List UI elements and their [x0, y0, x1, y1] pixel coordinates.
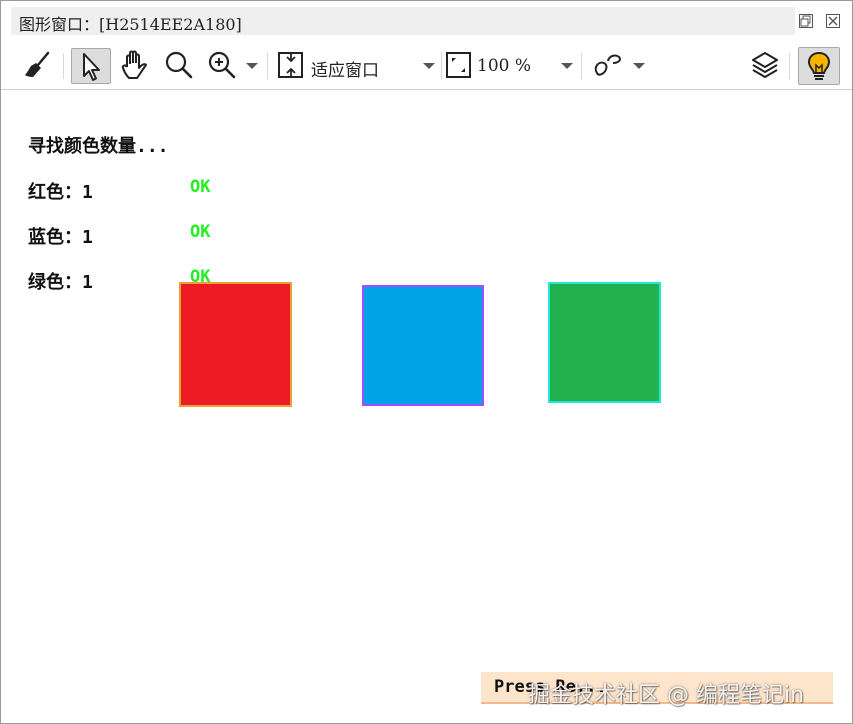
- toolbar-separator: [267, 53, 268, 79]
- green-square: [548, 282, 661, 403]
- red-square: [179, 282, 292, 407]
- restore-icon[interactable]: [799, 14, 813, 28]
- shape-dropdown-chevron-down-icon[interactable]: [633, 63, 645, 69]
- close-icon[interactable]: [826, 14, 840, 28]
- result-status-blue: OK: [190, 222, 211, 242]
- shape-icon[interactable]: [591, 49, 627, 81]
- layers-icon[interactable]: [749, 49, 781, 81]
- zoom-value[interactable]: 100 %: [477, 56, 531, 76]
- result-status-red: OK: [190, 177, 211, 197]
- fit-dropdown-chevron-down-icon[interactable]: [423, 63, 435, 69]
- magnifier-icon[interactable]: [163, 49, 195, 81]
- fit-window-label[interactable]: 适应窗口: [311, 56, 379, 81]
- result-label-blue: 蓝色：1: [28, 227, 93, 248]
- result-label-red: 红色：1: [28, 182, 93, 203]
- zoom-value-chevron-down-icon[interactable]: [561, 63, 573, 69]
- console-heading: 寻找颜色数量...: [28, 136, 169, 157]
- watermark-text: 掘金技术社区 @ 编程笔记in: [528, 683, 805, 708]
- zoom-percent-icon[interactable]: [445, 49, 473, 81]
- broom-icon[interactable]: [21, 49, 53, 81]
- blue-square: [362, 285, 484, 406]
- zoom-dropdown-chevron-down-icon[interactable]: [246, 63, 258, 69]
- toolbar-separator: [789, 53, 790, 79]
- toolbar-separator: [63, 53, 64, 79]
- toolbar-separator: [581, 53, 582, 79]
- title-bar[interactable]: 图形窗口：[H2514EE2A180]: [11, 7, 795, 35]
- toolbar-separator: [441, 53, 442, 79]
- window-title: 图形窗口：[H2514EE2A180]: [19, 15, 242, 34]
- pointer-icon[interactable]: [71, 48, 111, 84]
- fit-window-icon[interactable]: [277, 49, 305, 81]
- result-label-green: 绿色：1: [28, 272, 93, 293]
- hand-icon[interactable]: [118, 49, 152, 81]
- graphics-window: 图形窗口：[H2514EE2A180] 适应窗口 100 % 寻找颜色数量...…: [0, 0, 853, 724]
- toolbar: 适应窗口 100 %: [1, 41, 852, 90]
- zoom-in-icon[interactable]: [206, 49, 238, 81]
- drawing-canvas[interactable]: 寻找颜色数量... 红色：1 OK 蓝色：1 OK 绿色：1 OK: [2, 90, 851, 722]
- lightbulb-icon[interactable]: [798, 47, 840, 85]
